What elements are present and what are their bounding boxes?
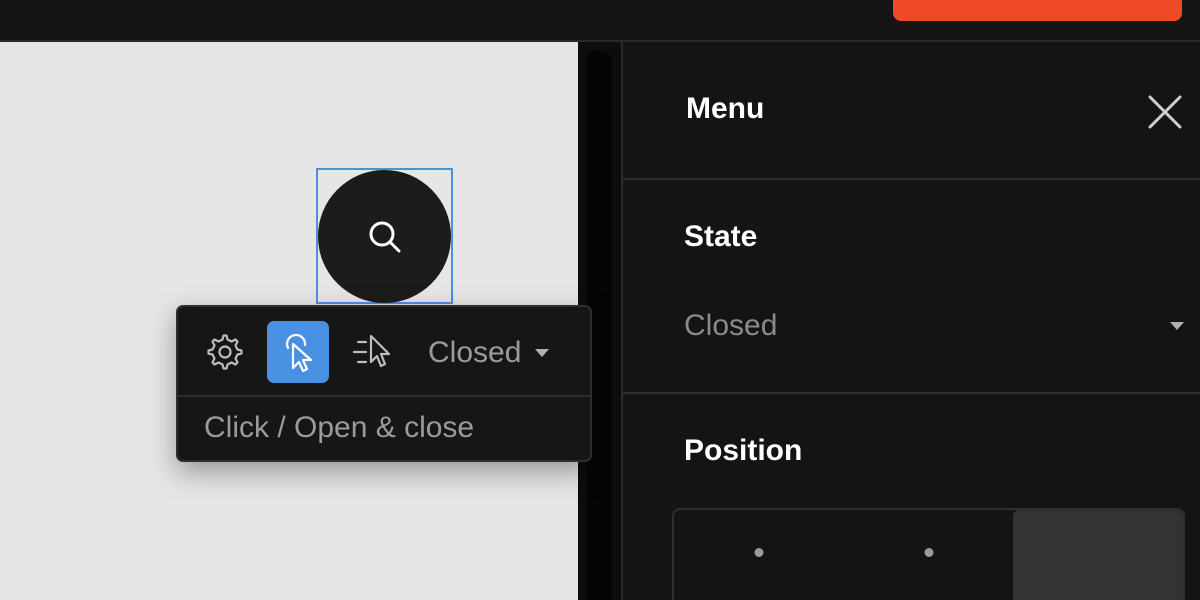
top-toolbar: [0, 0, 1200, 42]
hover-trigger-button[interactable]: [343, 321, 405, 383]
position-dot: [754, 548, 764, 557]
state-dropdown-label: Closed: [428, 336, 522, 369]
primary-action-button[interactable]: [893, 0, 1182, 21]
position-dot: [924, 548, 933, 557]
panel-title: Menu: [686, 92, 765, 125]
code-icon[interactable]: [470, 0, 510, 4]
close-icon: [1148, 95, 1182, 129]
panel-header: Menu: [623, 42, 1200, 180]
state-section: State Closed: [623, 182, 1200, 394]
click-trigger-button[interactable]: [267, 321, 329, 383]
click-cursor-icon: [285, 333, 313, 373]
chevron-down-icon: [1170, 322, 1184, 330]
interaction-hint: Click / Open & close: [204, 411, 475, 444]
position-label: Position: [684, 434, 803, 467]
interaction-toolbar: Closed: [178, 307, 590, 397]
hover-cursor-icon: [352, 334, 391, 368]
state-label: State: [684, 220, 758, 253]
gear-icon: [207, 334, 243, 370]
position-option-left[interactable]: [674, 510, 844, 600]
search-icon: [369, 221, 400, 252]
interaction-popover: Closed Click / Open & close: [176, 305, 592, 462]
close-button[interactable]: [1145, 92, 1185, 132]
search-fab-button[interactable]: [318, 170, 451, 303]
state-select-value: Closed: [684, 309, 778, 342]
state-select[interactable]: Closed: [684, 306, 1184, 346]
position-picker: [672, 508, 1185, 600]
position-option-right[interactable]: [1013, 510, 1183, 600]
state-dropdown[interactable]: Closed: [428, 333, 550, 373]
chevron-down-icon: [535, 349, 550, 357]
settings-button[interactable]: [194, 321, 256, 383]
position-section: Position: [623, 396, 1200, 600]
properties-panel: Menu State Closed Position: [621, 42, 1200, 600]
position-option-center[interactable]: [844, 510, 1014, 600]
